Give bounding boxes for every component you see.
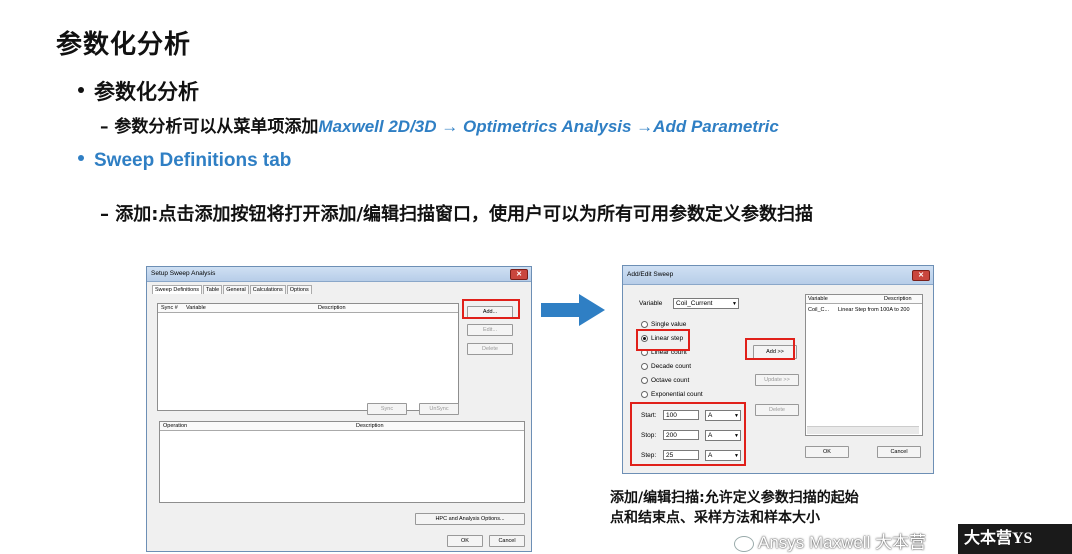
delete-sweep-button[interactable]: Delete bbox=[755, 404, 799, 416]
sub-menu-path: – 参数分析可以从菜单项添加Maxwell 2D/3D → Optimetric… bbox=[100, 112, 779, 137]
update-button[interactable]: Update >> bbox=[755, 374, 799, 386]
radio-icon bbox=[641, 377, 648, 384]
tab-general[interactable]: General bbox=[223, 285, 249, 294]
ok-button[interactable]: OK bbox=[805, 446, 849, 458]
tab-sweep-definitions[interactable]: Sweep Definitions bbox=[152, 285, 203, 294]
slide-title: 参数化分析 bbox=[56, 30, 192, 60]
radio-octave-count[interactable]: Octave count bbox=[641, 377, 689, 384]
operation-list-header: Operation Description bbox=[160, 422, 524, 431]
menu-path: Maxwell 2D/3D → Optimetrics Analysis →Ad… bbox=[318, 117, 779, 136]
wechat-icon bbox=[734, 535, 754, 552]
ok-button[interactable]: OK bbox=[447, 535, 483, 547]
bullet-dot bbox=[78, 87, 84, 93]
tab-options[interactable]: Options bbox=[286, 285, 312, 294]
sub-add-description: – 添加:点击添加按钮将打开添加/编辑扫描窗口，使用户可以为所有可用参数定义参数… bbox=[100, 204, 814, 225]
bullet-sweep-definitions: Sweep Definitions tab bbox=[78, 150, 291, 172]
radio-label: Single value bbox=[651, 321, 687, 329]
edit-title: Add/Edit Sweep bbox=[627, 271, 674, 278]
variable-select[interactable]: Coil_Current ▼ bbox=[673, 298, 739, 309]
cancel-button[interactable]: Cancel bbox=[489, 535, 525, 547]
setup-titlebar: Setup Sweep Analysis ✕ bbox=[147, 267, 531, 282]
col-variable: Variable bbox=[186, 305, 206, 311]
radio-label: Exponential count bbox=[651, 391, 703, 399]
bullet-parametric: 参数化分析 bbox=[78, 76, 199, 106]
watermark-text: Ansys Maxwell 大本营 bbox=[758, 533, 927, 552]
range-inputs-highlight bbox=[630, 402, 746, 466]
edit-button[interactable]: Edit... bbox=[467, 324, 513, 336]
variable-label: Variable bbox=[639, 300, 663, 307]
add-sweep-highlight bbox=[745, 338, 795, 360]
col-description: Description bbox=[884, 296, 912, 302]
bullet-dot bbox=[78, 154, 84, 161]
edit-dialog-caption: 添加/编辑扫描:允许定义参数扫描的起始 点和结束点、采样方法和样本大小 bbox=[610, 488, 970, 528]
col-operation: Operation bbox=[163, 423, 188, 429]
col-variable: Variable bbox=[808, 296, 828, 302]
cancel-button[interactable]: Cancel bbox=[877, 446, 921, 458]
setup-tabs: Sweep Definitions Table General Calculation… bbox=[152, 285, 313, 294]
watermark: Ansys Maxwell 大本营 bbox=[734, 528, 926, 553]
bullet-parametric-text: 参数化分析 bbox=[94, 80, 199, 104]
sweep-list-header: Sync # Variable Description bbox=[158, 304, 458, 313]
radio-exponential-count[interactable]: Exponential count bbox=[641, 391, 703, 398]
unsync-button[interactable]: UnSync bbox=[419, 403, 459, 415]
edit-titlebar: Add/Edit Sweep ✕ bbox=[623, 266, 933, 285]
radio-icon bbox=[641, 363, 648, 370]
caption-line1: 添加/编辑扫描:允许定义参数扫描的起始 bbox=[610, 490, 859, 506]
sweep-list[interactable]: Sync # Variable Description bbox=[157, 303, 459, 411]
sync-button[interactable]: Sync bbox=[367, 403, 407, 415]
caption-line2: 点和结束点、采样方法和样本大小 bbox=[610, 510, 820, 526]
chevron-down-icon: ▼ bbox=[732, 301, 737, 307]
radio-label: Decade count bbox=[651, 363, 692, 371]
col-op-description: Description bbox=[356, 423, 384, 429]
close-icon[interactable]: ✕ bbox=[510, 269, 528, 280]
sweep-entries-list[interactable]: Variable Description Coil_C... Linear St… bbox=[805, 294, 923, 436]
table-row[interactable]: Coil_C... Linear Step from 100A to 200 bbox=[806, 307, 922, 313]
horizontal-scrollbar[interactable] bbox=[807, 426, 919, 434]
variable-value: Coil_Current bbox=[676, 300, 713, 307]
row-variable: Coil_C... bbox=[808, 307, 830, 313]
col-sync: Sync # bbox=[161, 305, 178, 311]
setup-title: Setup Sweep Analysis bbox=[151, 270, 216, 277]
radio-decade-count[interactable]: Decade count bbox=[641, 363, 691, 370]
add-button-highlight bbox=[462, 299, 520, 319]
sub-menu-text: – 参数分析可以从菜单项添加 bbox=[100, 117, 319, 137]
row-description: Linear Step from 100A to 200 bbox=[838, 307, 910, 313]
bullet-sweep-text: Sweep Definitions tab bbox=[94, 150, 292, 171]
delete-button[interactable]: Delete bbox=[467, 343, 513, 355]
brand-logo: 大本营YS bbox=[958, 524, 1072, 554]
hpc-options-button[interactable]: HPC and Analysis Options... bbox=[415, 513, 525, 525]
radio-icon bbox=[641, 321, 648, 328]
tab-calculations[interactable]: Calculations bbox=[249, 285, 286, 294]
arrow-right-icon bbox=[541, 294, 605, 326]
tab-table[interactable]: Table bbox=[203, 285, 223, 294]
radio-label: Octave count bbox=[651, 377, 690, 385]
radio-single-value[interactable]: Single value bbox=[641, 321, 686, 328]
close-icon[interactable]: ✕ bbox=[912, 270, 930, 281]
entries-header: Variable Description bbox=[806, 295, 922, 304]
col-description: Description bbox=[318, 305, 346, 311]
linear-step-highlight bbox=[636, 329, 690, 351]
operation-list[interactable]: Operation Description bbox=[159, 421, 525, 503]
radio-icon bbox=[641, 391, 648, 398]
